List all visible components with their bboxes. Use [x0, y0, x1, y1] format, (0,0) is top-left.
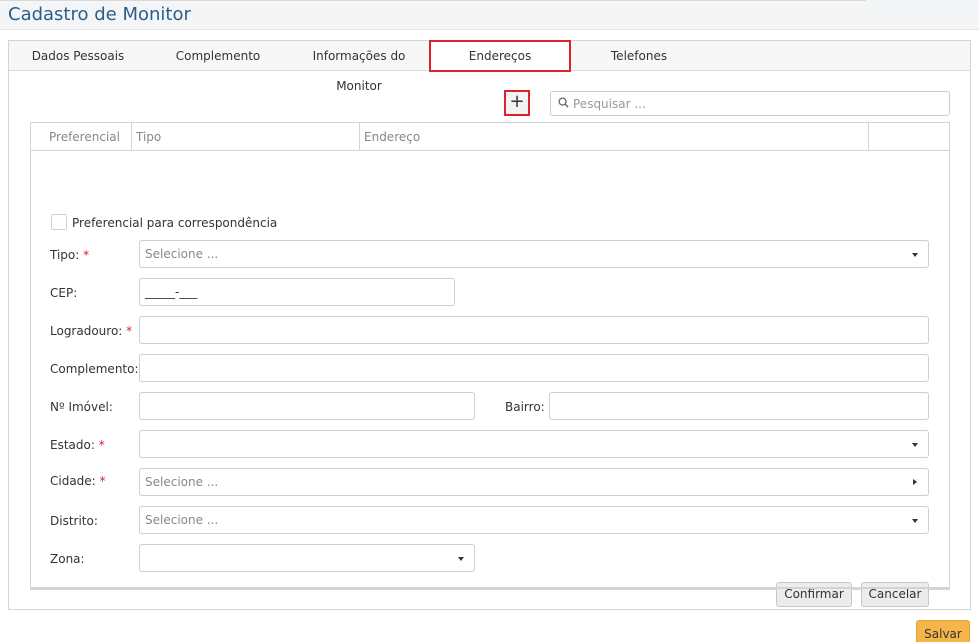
chevron-right-icon [913, 479, 917, 485]
main-panel: Dados Pessoais Complemento Informações d… [8, 40, 971, 610]
estado-label: Estado: * [50, 438, 105, 452]
zona-label: Zona: [50, 552, 85, 566]
tipo-label: Tipo: * [50, 248, 90, 262]
search-box [550, 91, 950, 116]
cidade-label: Cidade: * [50, 474, 106, 488]
column-preferencial[interactable]: Preferencial [31, 123, 132, 151]
add-address-button[interactable]: + [504, 90, 530, 116]
tab-dados-pessoais[interactable]: Dados Pessoais [9, 41, 147, 71]
complemento-field[interactable] [139, 354, 929, 382]
search-input[interactable] [573, 94, 943, 113]
complemento-label: Complemento: [50, 362, 139, 376]
confirm-button[interactable]: Confirmar [776, 582, 852, 607]
cep-field[interactable]: _____-___ [139, 278, 455, 306]
address-grid: Preferencial Tipo Endereço Preferencial … [30, 122, 950, 607]
page-title: Cadastro de Monitor [8, 4, 191, 25]
preferencial-label: Preferencial para correspondência [72, 216, 278, 230]
save-button[interactable]: Salvar [916, 620, 970, 642]
logradouro-label: Logradouro: * [50, 324, 133, 338]
tab-telefones[interactable]: Telefones [579, 41, 699, 71]
bairro-field[interactable] [549, 392, 929, 420]
zona-select[interactable] [139, 544, 475, 572]
tab-bar: Dados Pessoais Complemento Informações d… [9, 40, 970, 93]
grid-header: Preferencial Tipo Endereço [31, 123, 949, 151]
numero-field[interactable] [139, 392, 475, 420]
cidade-select[interactable]: Selecione ... [139, 468, 929, 496]
column-actions [869, 123, 949, 151]
column-tipo[interactable]: Tipo [132, 123, 360, 151]
tab-informacoes-do-monitor[interactable]: Informações do Monitor [289, 41, 429, 93]
distrito-label: Distrito: [50, 514, 98, 528]
chevron-down-icon [458, 557, 464, 561]
tab-enderecos[interactable]: Endereços [429, 40, 571, 72]
cancel-button[interactable]: Cancelar [861, 582, 929, 607]
title-bar: Cadastro de Monitor [0, 0, 979, 30]
logradouro-field[interactable] [139, 316, 929, 344]
chevron-down-icon [912, 253, 918, 257]
estado-select[interactable] [139, 430, 929, 458]
grid-bottom-border [31, 587, 949, 589]
bairro-label: Bairro: [505, 400, 545, 414]
chevron-down-icon [912, 443, 918, 447]
title-divider [0, 0, 866, 1]
column-endereco[interactable]: Endereço [360, 123, 869, 151]
search-icon [558, 97, 569, 108]
tipo-select[interactable]: Selecione ... [139, 240, 929, 268]
tab-complemento[interactable]: Complemento [157, 41, 279, 71]
numero-label: Nº Imóvel: [50, 400, 113, 414]
cep-label: CEP: [50, 286, 78, 300]
distrito-select[interactable]: Selecione ... [139, 506, 929, 534]
preferencial-checkbox[interactable] [51, 214, 67, 230]
chevron-down-icon [912, 519, 918, 523]
